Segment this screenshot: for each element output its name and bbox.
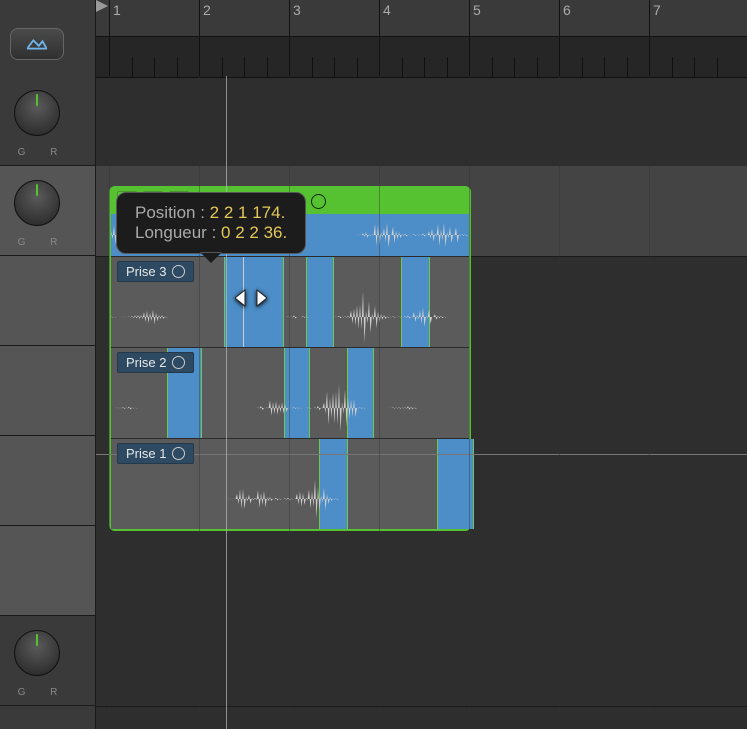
knob-scale-label: G R [9,687,71,698]
take-selection[interactable] [401,257,429,347]
track-header: G R [0,616,95,706]
take-row[interactable]: Prise 3 [111,256,469,347]
take-selection[interactable] [319,439,347,529]
bar-number: 4 [383,2,391,18]
bar-number: 6 [563,2,571,18]
bar-ruler[interactable]: 1 2 3 4 5 6 7 [96,0,747,37]
edit-edge[interactable] [243,257,244,347]
tooltip-length-label: Longueur : [135,223,216,242]
take-color-icon[interactable] [172,265,185,278]
take-selection[interactable] [284,348,309,438]
take-selection[interactable] [437,439,473,529]
bar-number: 2 [203,2,211,18]
take-row[interactable]: Prise 2 [111,347,469,438]
take-selection[interactable] [306,257,333,347]
tooltip-length-value: 0 2 2 36. [221,223,287,242]
take-color-icon[interactable] [311,194,326,209]
pan-knob[interactable] [14,630,60,676]
track-header [0,346,95,436]
beat-ruler[interactable] [96,37,747,78]
track-header [0,526,95,616]
pan-knob[interactable] [14,90,60,136]
playhead[interactable] [226,76,227,729]
take-selection[interactable] [347,348,373,438]
take-label[interactable]: Prise 1 [117,443,194,464]
take-row[interactable]: Prise 1 [111,438,469,529]
take-color-icon[interactable] [172,356,185,369]
bar-number: 7 [653,2,661,18]
knob-scale-label: G R [9,237,71,248]
tooltip-position-value: 2 2 1 174. [210,203,286,222]
take-label[interactable]: Prise 3 [117,261,194,282]
track-header [0,256,95,346]
track-header [0,436,95,526]
track-header-config-button[interactable] [10,28,64,60]
cycle-start-marker[interactable] [96,0,108,36]
pan-knob[interactable] [14,180,60,226]
bar-number: 1 [113,2,121,18]
bar-number: 3 [293,2,301,18]
tooltip-position-label: Position : [135,203,205,222]
take-selection[interactable] [224,257,283,347]
track-header: G R [0,166,95,256]
track-header: G R [0,76,95,166]
take-color-icon[interactable] [172,447,185,460]
take-label[interactable]: Prise 2 [117,352,194,373]
knob-scale-label: G R [9,147,71,158]
position-tooltip: Position : 2 2 1 174. Longueur : 0 2 2 3… [116,192,306,254]
bar-number: 5 [473,2,481,18]
